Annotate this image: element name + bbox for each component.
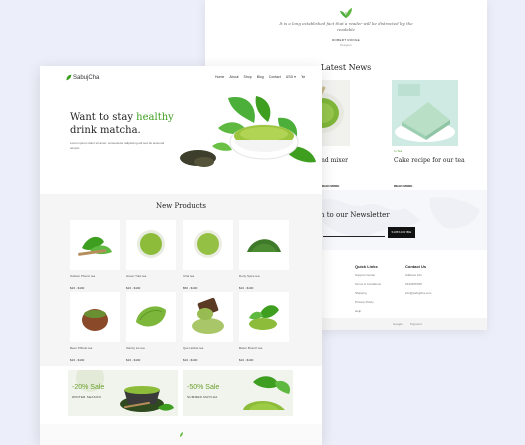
read-more-link-1[interactable]: READ MORE xyxy=(321,184,339,188)
product-card[interactable]: Chai tea $50 - $100 xyxy=(183,220,233,290)
leaf-icon xyxy=(66,74,72,81)
product-image[interactable] xyxy=(183,292,233,342)
bottom-section xyxy=(40,424,322,445)
nav-about[interactable]: About xyxy=(229,75,238,79)
product-card[interactable]: Sodium Phenix tea $16 - $100 xyxy=(70,220,120,290)
leaf-icon xyxy=(340,8,352,18)
testimonial: It is a long established fact that a rea… xyxy=(205,0,487,60)
currency-select[interactable]: USD ▾ xyxy=(286,75,296,79)
front-page-preview: SabujCha Home About Shop Blog Contact US… xyxy=(40,66,322,445)
footer-quick-links: Quick Links Support Center Terms & Condi… xyxy=(355,262,381,325)
read-more-link-2[interactable]: READ MORE xyxy=(394,184,412,188)
footer-link[interactable]: Support Center xyxy=(355,271,381,280)
new-products-title: New Products xyxy=(155,202,207,210)
nav-blog[interactable]: Blog xyxy=(257,75,264,79)
product-image[interactable] xyxy=(70,292,120,342)
testimonial-quote: It is a long established fact that a rea… xyxy=(279,21,413,32)
subscribe-button[interactable]: SUBSCRIBE xyxy=(388,227,415,238)
testimonial-author: ROBERT RODGE xyxy=(332,38,360,42)
footer-contact: Contact Us Address Info 0123456789 info@… xyxy=(405,264,432,295)
product-image[interactable] xyxy=(126,292,176,342)
footer-link[interactable]: Shipping xyxy=(355,289,381,298)
hero-description: Lorem ipsum dolor sit amet, consectetur … xyxy=(70,141,165,150)
product-card[interactable]: Que Hotbet tea $16 - $100 xyxy=(183,292,233,362)
news-date-2: In Tea xyxy=(394,149,403,153)
footer-link[interactable]: Terms & Conditions xyxy=(355,280,381,289)
news-image-cake[interactable] xyxy=(392,80,458,146)
product-image[interactable] xyxy=(183,220,233,270)
sale-banner-summer[interactable]: -50% Sale SUMMER MATCHA xyxy=(183,370,293,416)
product-image[interactable] xyxy=(239,292,289,342)
main-nav: Home About Shop Blog Contact USD ▾ xyxy=(215,75,305,79)
product-image[interactable] xyxy=(126,220,176,270)
footer-link[interactable]: Privacy Policy xyxy=(355,298,381,307)
newsletter-title: n to our Newsletter xyxy=(320,211,390,219)
nav-shop[interactable]: Shop xyxy=(244,75,252,79)
product-card[interactable]: Dorty Spice tea $16 - $100 xyxy=(239,220,289,290)
hero-title-line2: drink matcha. xyxy=(70,125,141,136)
product-image[interactable] xyxy=(70,220,120,270)
hero-matcha-image xyxy=(180,96,316,167)
product-card[interactable]: Green Tulsi tea $16 - $100 xyxy=(126,220,176,290)
hero-title: Want to stay healthy xyxy=(70,112,174,123)
product-card[interactable]: Sainity ice tea $16 - $100 xyxy=(126,292,176,362)
news-title-2[interactable]: Cake recipe for our tea xyxy=(394,157,465,164)
product-image[interactable] xyxy=(239,220,289,270)
footer-link[interactable]: Help xyxy=(355,307,381,316)
news-title-1[interactable]: nd mixer xyxy=(321,157,348,164)
nav-contact[interactable]: Contact xyxy=(269,75,281,79)
newsletter-map-background xyxy=(310,190,487,250)
cart-icon[interactable] xyxy=(301,75,305,79)
product-card[interactable]: Better Brunch tea $16 - $100 xyxy=(239,292,289,362)
brand-logo[interactable]: SabujCha xyxy=(65,74,99,81)
nav-home[interactable]: Home xyxy=(215,75,224,79)
sale-banner-winter[interactable]: -20% Sale WINTER SEASON xyxy=(68,370,178,416)
footer-bottom-bar: Google Payment xyxy=(310,318,487,330)
testimonial-role: Designer xyxy=(339,43,352,47)
leaf-icon xyxy=(180,432,183,437)
product-card[interactable]: Bees Tiffindo tea $16 - $100 xyxy=(70,292,120,362)
newsletter-email-input[interactable] xyxy=(323,236,385,237)
